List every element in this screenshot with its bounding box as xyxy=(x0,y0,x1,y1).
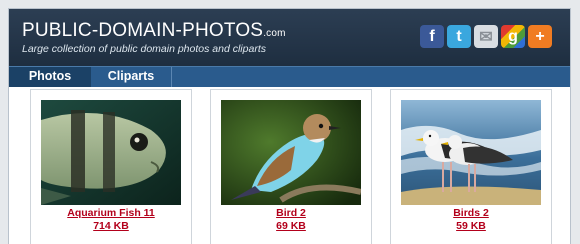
photo-size-link[interactable]: 69 KB xyxy=(211,220,371,232)
page-frame: PUBLIC-DOMAIN-PHOTOS.com Large collectio… xyxy=(8,8,571,244)
photo-card: Birds 2 59 KB xyxy=(390,89,552,244)
photo-size-link[interactable]: 714 KB xyxy=(31,220,191,232)
add-icon[interactable]: + xyxy=(528,25,552,48)
google-icon[interactable]: g xyxy=(501,25,525,48)
photo-thumbnail-fish[interactable] xyxy=(41,100,181,205)
photo-title-link[interactable]: Bird 2 xyxy=(211,207,371,219)
site-logo[interactable]: PUBLIC-DOMAIN-PHOTOS.com xyxy=(22,20,286,42)
social-icons: f t ✉ g + xyxy=(420,25,552,48)
twitter-icon[interactable]: t xyxy=(447,25,471,48)
logo-text: PUBLIC-DOMAIN-PHOTOS xyxy=(22,20,264,41)
email-icon[interactable]: ✉ xyxy=(474,25,498,48)
photo-thumbnail-bird[interactable] xyxy=(221,100,361,205)
site-header: PUBLIC-DOMAIN-PHOTOS.com Large collectio… xyxy=(9,9,570,66)
photo-thumbnail-seagulls[interactable] xyxy=(401,100,541,205)
tab-cliparts[interactable]: Cliparts xyxy=(91,67,172,87)
tab-photos[interactable]: Photos xyxy=(9,67,91,87)
photo-size-link[interactable]: 59 KB xyxy=(391,220,551,232)
logo-suffix: .com xyxy=(263,28,286,39)
main-nav: Photos Cliparts xyxy=(9,66,570,87)
photo-card: Bird 2 69 KB xyxy=(210,89,372,244)
photo-card: Aquarium Fish 11 714 KB xyxy=(30,89,192,244)
photo-title-link[interactable]: Aquarium Fish 11 xyxy=(31,207,191,219)
site-tagline: Large collection of public domain photos… xyxy=(22,43,266,55)
facebook-icon[interactable]: f xyxy=(420,25,444,48)
photo-title-link[interactable]: Birds 2 xyxy=(391,207,551,219)
